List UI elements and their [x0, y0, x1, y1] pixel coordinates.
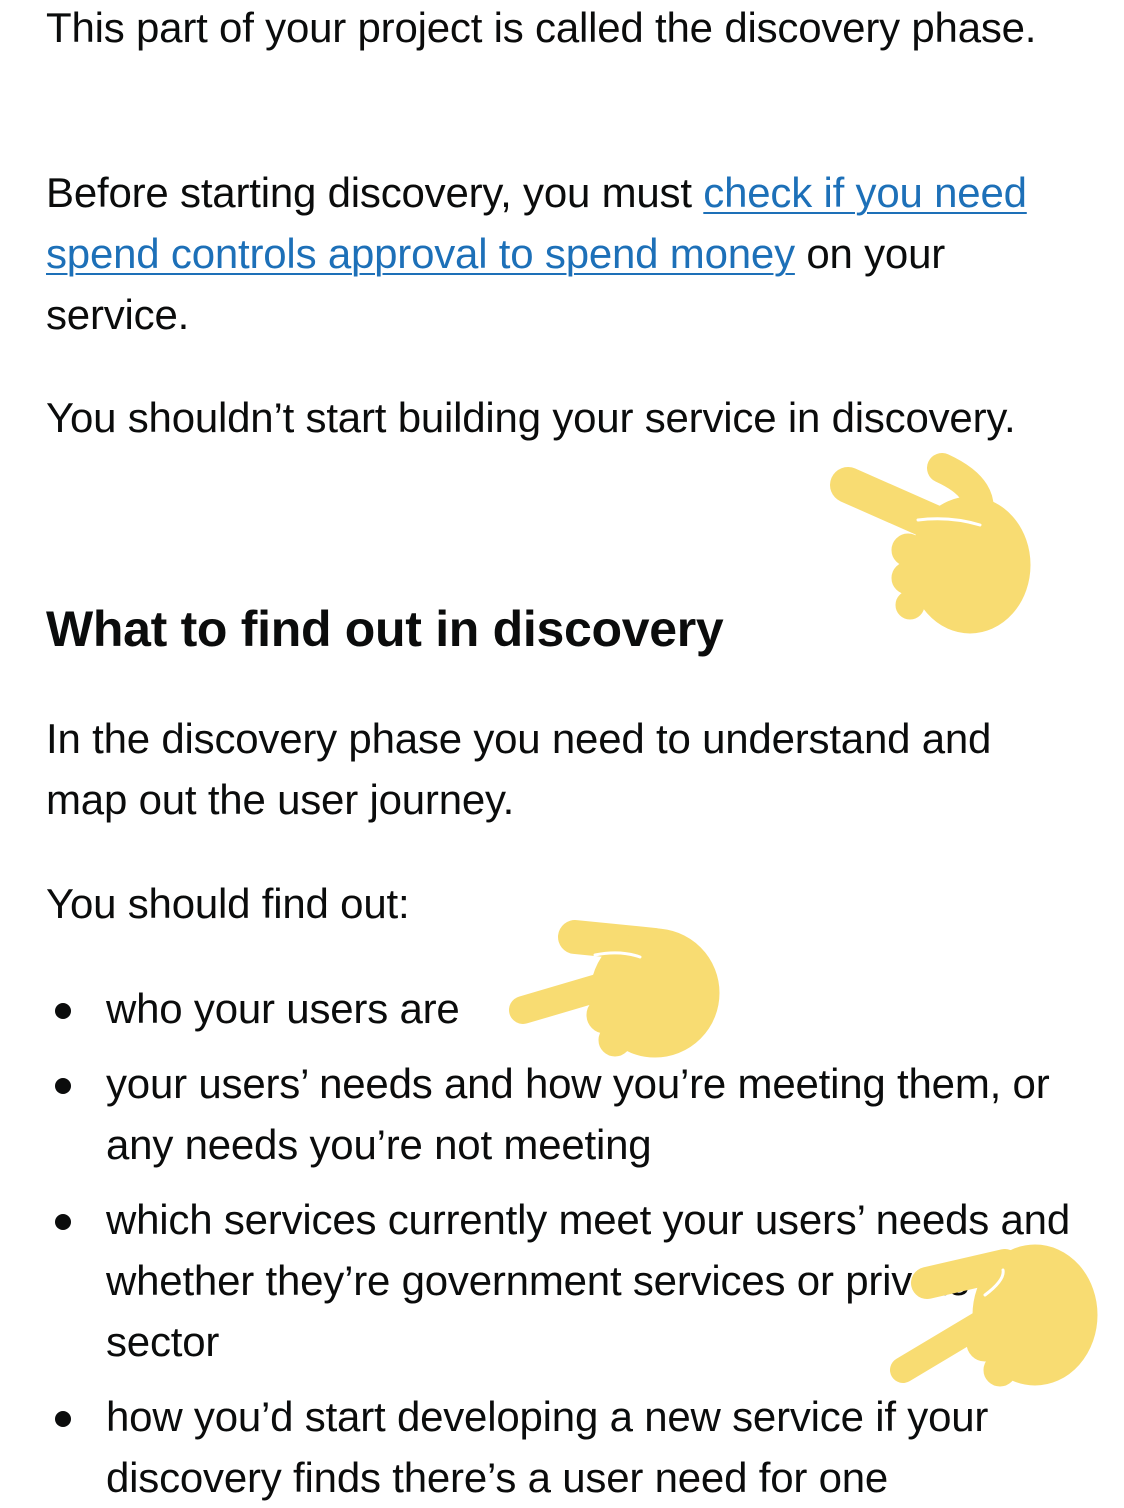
bullet-icon [55, 1078, 71, 1094]
pointing-hand-icon [890, 1244, 1098, 1387]
list-item: your users’ needs and how you’re meeting… [46, 1053, 1086, 1175]
pointing-hand-icon [830, 453, 1031, 634]
bullet-icon [55, 1411, 71, 1427]
intro-paragraph-2-before: Before starting discovery, you must [46, 169, 704, 216]
bullet-icon [55, 1214, 71, 1230]
list-item: how you’d start developing a new service… [46, 1386, 1086, 1508]
section-heading: What to find out in discovery [46, 601, 724, 657]
intro-paragraph-3: You shouldn’t start building your servic… [46, 394, 1016, 441]
list-item-text: how you’d start developing a new service… [106, 1393, 989, 1501]
list-item-text: your users’ needs and how you’re meeting… [106, 1060, 1050, 1168]
pointing-hand-icon [509, 920, 720, 1058]
intro-paragraph-2: Before starting discovery, you must chec… [46, 162, 1086, 345]
bullet-icon [55, 1003, 71, 1019]
list-item-text: who your users are [106, 985, 460, 1032]
section-paragraph-1: In the discovery phase you need to under… [46, 715, 992, 823]
intro-paragraph-1: This part of your project is called the … [46, 4, 1037, 51]
